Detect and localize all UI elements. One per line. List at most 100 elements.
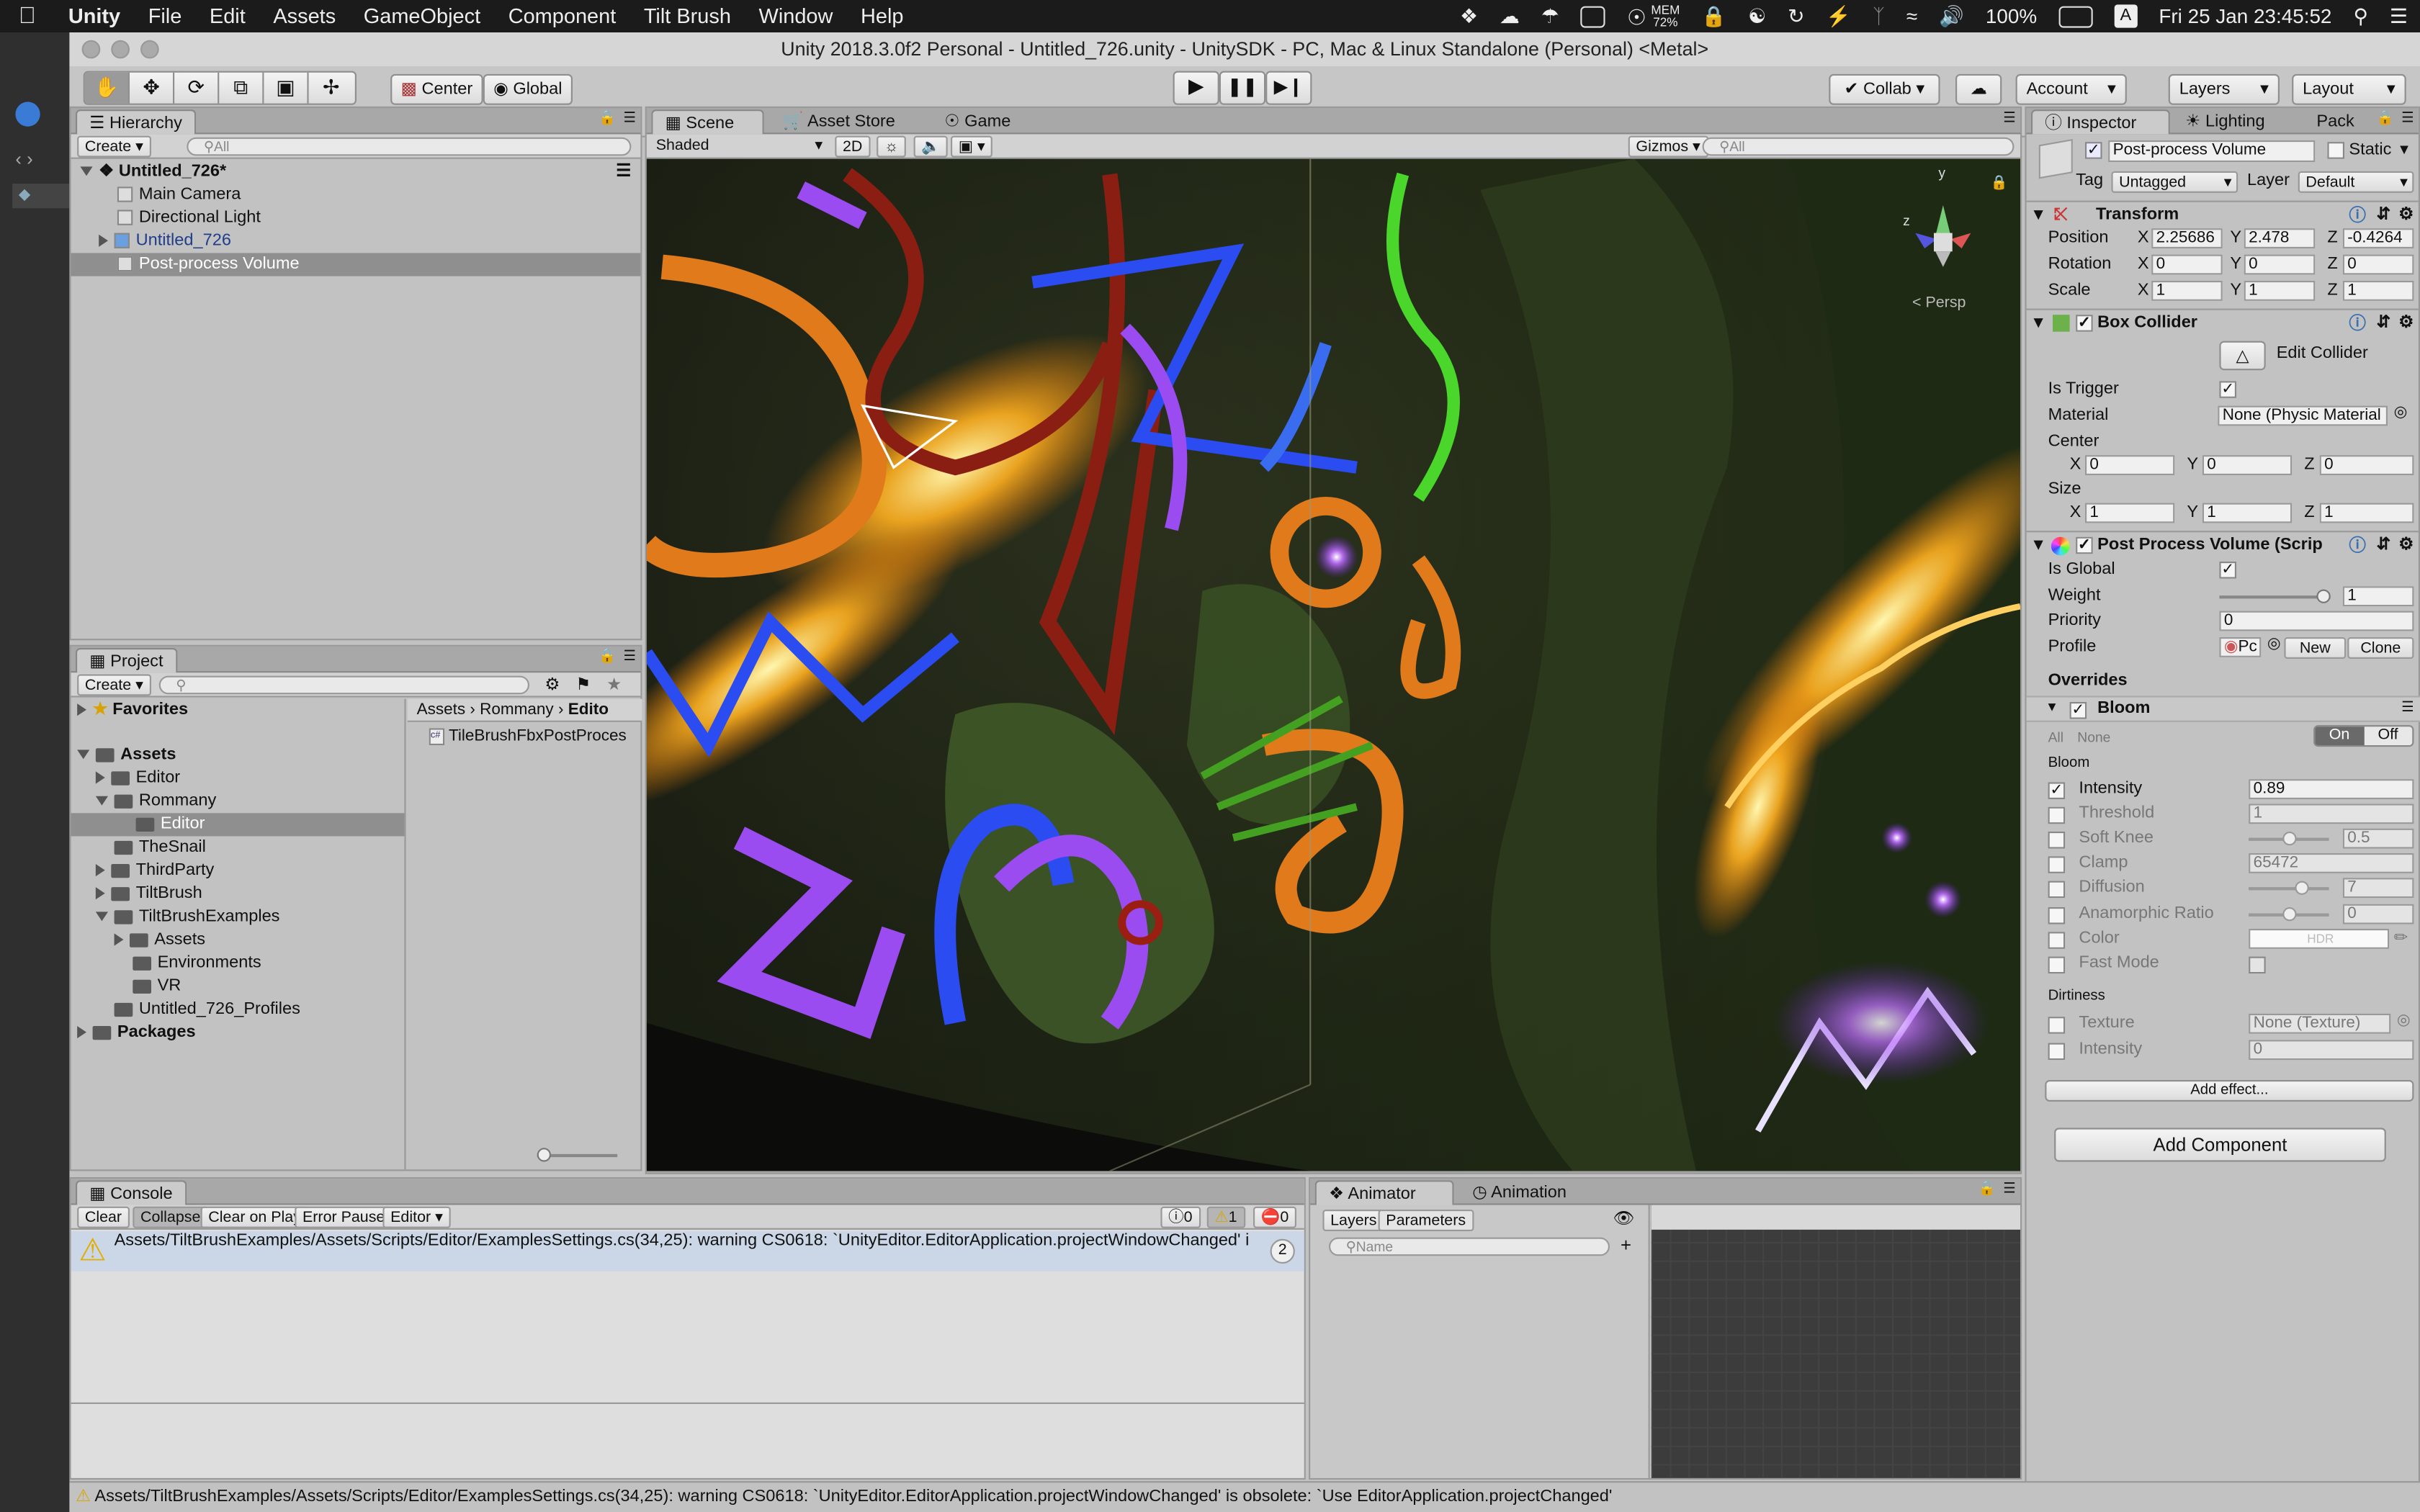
user-avatar[interactable]: A <box>2114 4 2138 28</box>
lock-icon[interactable]: 🔒 <box>1991 174 2008 192</box>
asset-file[interactable]: c# TileBrushFbxPostProces <box>408 725 642 748</box>
threshold-field[interactable]: 1 <box>2249 804 2414 824</box>
anamorphic-slider[interactable] <box>2249 907 2329 922</box>
collab-dropdown[interactable]: ✔ Collab ▾ <box>1829 73 1940 105</box>
breadcrumb-assets[interactable]: Assets <box>417 701 466 719</box>
subtab-layers[interactable]: Layers <box>1322 1210 1385 1231</box>
color-override-checkbox[interactable] <box>2048 932 2066 949</box>
cloud-button[interactable]: ☁ <box>1955 73 2002 105</box>
tab-game[interactable]: ☉ Game <box>932 109 1040 134</box>
clone-profile-button[interactable]: Clone <box>2347 637 2414 659</box>
transform-tool-icon[interactable]: ✢ <box>309 73 354 104</box>
none-toggle[interactable]: None <box>2077 730 2110 745</box>
folder-rommany-editor[interactable]: Editor <box>71 813 405 837</box>
rotation-x[interactable]: 0 <box>2151 254 2223 275</box>
preset-icon[interactable]: ⇵ <box>2377 202 2391 228</box>
object-picker-icon[interactable]: ◎ <box>2267 636 2281 653</box>
folder-environments[interactable]: Environments <box>71 952 405 975</box>
lighting-toggle[interactable]: ☼ <box>877 135 907 158</box>
clear-button[interactable]: Clear <box>77 1206 130 1228</box>
gear-icon[interactable]: ⚙ <box>2398 310 2414 336</box>
wifi-icon[interactable]: ≈ <box>1906 4 1917 27</box>
off-button[interactable]: Off <box>2363 726 2413 745</box>
error-filter-button[interactable]: ⛔0 <box>1253 1206 1297 1228</box>
tab-scene[interactable]: ▦ Scene <box>651 109 764 135</box>
object-picker-icon[interactable]: ◎ <box>2394 404 2408 421</box>
scale-tool-icon[interactable]: ⧉ <box>219 72 264 104</box>
folder-tiltbrush[interactable]: TiltBrush <box>71 883 405 906</box>
position-z[interactable]: -0.4264 <box>2342 228 2414 248</box>
rect-tool-icon[interactable]: ▣ <box>264 72 309 104</box>
tab-console[interactable]: ▦ Console <box>76 1180 187 1205</box>
menu-edit[interactable]: Edit <box>196 4 259 27</box>
menu-window[interactable]: Window <box>745 4 846 27</box>
panel-menu-icon[interactable]: ☰ <box>624 648 636 665</box>
menu-tilt-brush[interactable]: Tilt Brush <box>630 4 745 27</box>
bloom-enabled-checkbox[interactable]: ✓ <box>2069 701 2087 719</box>
menu-gameobject[interactable]: GameObject <box>349 4 494 27</box>
transform-header[interactable]: ▾ ⤪ Transform ⓘ ⇵ ⚙ <box>2026 200 2419 230</box>
visibility-eye-icon[interactable]: 👁 <box>1613 1208 1634 1228</box>
minimize-window-button[interactable] <box>111 40 130 59</box>
profile-field[interactable]: ◉Pc <box>2219 637 2262 657</box>
cloud-icon[interactable]: ☁ <box>1500 4 1520 28</box>
step-button[interactable]: ▶❙ <box>1265 71 1312 105</box>
panel-menu-icon[interactable]: ☰ <box>2401 109 2414 127</box>
space-toggle[interactable]: ◉ Global <box>483 73 573 105</box>
expand-arrow-icon[interactable] <box>95 796 108 806</box>
help-icon[interactable]: ⓘ <box>2349 204 2366 230</box>
scale-y[interactable]: 1 <box>2244 281 2316 301</box>
filter-type-icon[interactable]: ⚙ <box>544 674 560 695</box>
favorites[interactable]: ★ Favorites <box>71 699 405 722</box>
preset-icon[interactable]: ⇵ <box>2377 310 2391 336</box>
battery-icon[interactable] <box>2058 5 2093 27</box>
active-checkbox[interactable]: ✓ <box>2085 142 2102 159</box>
center-z[interactable]: 0 <box>2319 455 2414 475</box>
scene-menu-icon[interactable]: ☰ <box>616 161 631 184</box>
collapse-arrow-icon[interactable]: ▾ <box>2048 699 2056 716</box>
static-checkbox[interactable] <box>2327 142 2344 159</box>
post-process-header[interactable]: ▾ ✓ Post Process Volume (Scrip ⓘ ⇵ ⚙ <box>2026 531 2419 559</box>
effects-dropdown[interactable]: ▣ ▾ <box>951 135 993 158</box>
clear-on-play-button[interactable]: Clear on Play <box>200 1206 309 1228</box>
layout-dropdown[interactable]: Layout ▾ <box>2292 73 2406 105</box>
preset-icon[interactable]: ⇵ <box>2377 532 2391 558</box>
hierarchy-item-directional-light[interactable]: Directional Light <box>71 207 641 230</box>
battery-percent[interactable]: 100% <box>1986 4 2037 27</box>
layer-dropdown[interactable]: Default ▾ <box>2298 171 2414 193</box>
tab-project[interactable]: ▦ Project <box>76 648 177 673</box>
expand-arrow-icon[interactable] <box>114 933 124 946</box>
position-x[interactable]: 2.25686 <box>2151 228 2223 248</box>
expand-arrow-icon[interactable] <box>77 750 90 760</box>
intensity-field[interactable]: 0.89 <box>2249 779 2414 799</box>
breadcrumb-editor[interactable]: Edito <box>568 701 609 719</box>
fast-mode-checkbox[interactable] <box>2249 956 2266 974</box>
center-y[interactable]: 0 <box>2202 455 2293 475</box>
dirt-texture-override-checkbox[interactable] <box>2048 1017 2066 1034</box>
is-trigger-checkbox[interactable]: ✓ <box>2219 381 2236 398</box>
anamorphic-override-checkbox[interactable] <box>2048 907 2066 924</box>
animator-graph[interactable] <box>1651 1205 2020 1478</box>
time-machine-icon[interactable]: ↻ <box>1788 4 1804 28</box>
expand-arrow-icon[interactable] <box>77 1026 86 1039</box>
menu-assets[interactable]: Assets <box>259 4 349 27</box>
dirt-texture-field[interactable]: None (Texture) <box>2249 1013 2391 1034</box>
folder-assets[interactable]: Assets <box>71 744 405 767</box>
tab-animator[interactable]: ❖ Animator <box>1314 1180 1454 1205</box>
clamp-override-checkbox[interactable] <box>2048 856 2066 873</box>
menu-help[interactable]: Help <box>847 4 918 27</box>
center-x[interactable]: 0 <box>2085 455 2175 475</box>
object-picker-icon[interactable]: ◎ <box>2397 1012 2411 1030</box>
lock-icon[interactable]: 🔒 <box>2377 109 2394 127</box>
is-global-checkbox[interactable]: ✓ <box>2219 562 2236 579</box>
eyedropper-icon[interactable]: ✏ <box>2394 927 2408 948</box>
rotate-tool-icon[interactable]: ⟳ <box>174 72 220 104</box>
intensity-override-checkbox[interactable]: ✓ <box>2048 782 2066 799</box>
lock-icon[interactable]: 🔒 <box>1978 1180 1996 1197</box>
collapse-arrow-icon[interactable]: ▾ <box>2034 532 2043 558</box>
pause-button[interactable]: ❚❚ <box>1219 71 1266 105</box>
size-y[interactable]: 1 <box>2202 503 2293 523</box>
expand-arrow-icon[interactable] <box>95 887 105 900</box>
all-toggle[interactable]: All <box>2048 730 2063 745</box>
favorite-star-icon[interactable]: ★ <box>606 674 622 695</box>
